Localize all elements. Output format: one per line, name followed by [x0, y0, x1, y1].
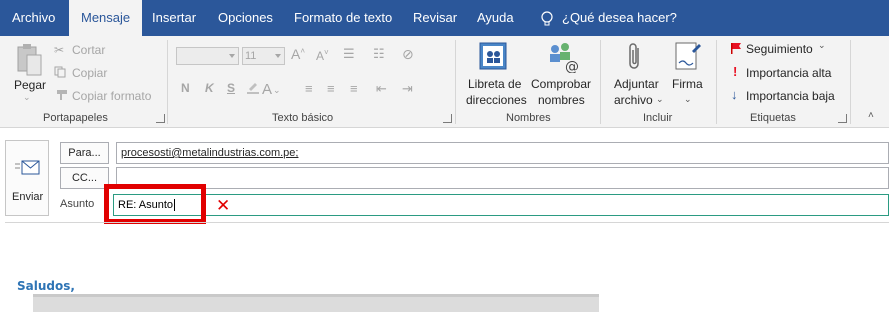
check-names-icon: @ — [546, 41, 580, 76]
tab-opciones[interactable]: Opciones — [218, 0, 273, 36]
group-label-portapapeles: Portapapeles — [43, 112, 108, 124]
bullets-icon[interactable]: ☰ — [343, 46, 355, 62]
signature-button[interactable]: Firma — [672, 77, 703, 91]
tags-launcher-icon[interactable] — [838, 114, 847, 123]
increase-indent-icon[interactable]: ⇥ — [402, 81, 413, 97]
flag-icon — [730, 42, 742, 57]
exclamation-icon: ! — [733, 64, 738, 79]
ribbon: Pegar ⌄ ✂ Cortar Copiar Copiar formato P… — [0, 36, 889, 128]
send-button[interactable]: Enviar — [5, 140, 49, 216]
tab-mensaje[interactable]: Mensaje — [69, 0, 143, 37]
format-painter-icon — [54, 89, 68, 104]
cut-icon: ✂ — [54, 43, 65, 57]
divider — [455, 40, 456, 124]
address-book-icon — [478, 41, 510, 74]
underline-button[interactable]: S — [227, 81, 235, 95]
comprobar-label-1[interactable]: Comprobar — [531, 77, 591, 91]
tab-ayuda[interactable]: Ayuda — [477, 0, 514, 36]
lightbulb-icon — [541, 10, 553, 26]
cc-button[interactable]: CC... — [60, 167, 109, 189]
bold-button[interactable]: N — [181, 81, 190, 95]
numbering-icon[interactable]: ☷ — [373, 46, 385, 62]
adjuntar-dropdown[interactable]: ⌄ — [656, 94, 664, 105]
tab-archivo[interactable]: Archivo — [12, 0, 55, 36]
to-recipient[interactable]: procesosti@metalindustrias.com.pe; — [121, 147, 298, 159]
cut-button[interactable]: Cortar — [72, 43, 105, 57]
greeting-text[interactable]: Saludos, — [17, 279, 75, 293]
signature-image — [33, 294, 599, 312]
group-label-nombres: Nombres — [506, 112, 551, 124]
italic-button[interactable]: K — [205, 81, 214, 95]
copy-button[interactable]: Copiar — [72, 66, 107, 80]
font-color-icon[interactable]: A — [262, 81, 272, 98]
copy-icon — [54, 66, 66, 81]
send-label: Enviar — [12, 191, 44, 203]
highlight-color-icon[interactable] — [246, 80, 260, 97]
align-left-icon[interactable]: ≡ — [305, 81, 313, 96]
signature-dropdown[interactable]: ⌄ — [684, 94, 692, 105]
signature-icon — [674, 41, 702, 76]
send-icon — [15, 159, 41, 180]
comprobar-label-2[interactable]: nombres — [538, 93, 585, 107]
clear-formatting-icon[interactable]: ⊘ — [402, 46, 414, 63]
divider — [600, 40, 601, 124]
divider — [167, 40, 168, 124]
decrease-indent-icon[interactable]: ⇤ — [376, 81, 387, 97]
group-label-texto-basico: Texto básico — [272, 112, 334, 124]
font-launcher-icon[interactable] — [443, 114, 452, 123]
svg-text:@: @ — [565, 59, 579, 73]
divider — [5, 222, 889, 223]
collapse-ribbon-icon[interactable]: ˄ — [868, 110, 874, 121]
tell-me-box[interactable]: ¿Qué desea hacer? — [540, 0, 677, 36]
adjuntar-label-1[interactable]: Adjuntar — [614, 77, 659, 91]
align-center-icon[interactable]: ≡ — [327, 81, 335, 96]
paste-dropdown-arrow[interactable]: ⌄ — [23, 92, 31, 103]
adjuntar-label-2[interactable]: archivo — [614, 93, 653, 107]
to-field[interactable]: procesosti@metalindustrias.com.pe; — [116, 142, 889, 164]
to-button[interactable]: Para... — [60, 142, 109, 164]
font-size-value: 11 — [245, 50, 257, 62]
libreta-label-1[interactable]: Libreta de — [468, 77, 521, 91]
font-color-dropdown[interactable]: ⌄ — [273, 85, 281, 96]
group-label-etiquetas: Etiquetas — [750, 112, 796, 124]
align-right-icon[interactable]: ≡ — [350, 81, 358, 96]
subject-label: Asunto — [60, 198, 95, 210]
tell-me-text: ¿Qué desea hacer? — [562, 10, 677, 25]
importancia-baja-button[interactable]: Importancia baja — [746, 89, 835, 103]
red-x-mark: ✕ — [216, 196, 231, 215]
seguimiento-dropdown[interactable]: ⌄ — [818, 40, 826, 51]
paste-button[interactable]: Pegar — [14, 78, 46, 92]
font-size-combo[interactable]: 11 — [242, 47, 285, 65]
ribbon-tab-bar: Archivo Mensaje Insertar Opciones Format… — [0, 0, 889, 37]
divider — [850, 40, 851, 124]
shrink-font-icon[interactable]: A˅ — [316, 48, 329, 63]
paperclip-icon — [627, 42, 643, 75]
down-arrow-icon: ↓ — [731, 87, 738, 102]
seguimiento-button[interactable]: Seguimiento — [746, 42, 813, 56]
subject-highlight-box — [104, 184, 206, 224]
divider — [716, 40, 717, 124]
cc-field[interactable] — [116, 167, 889, 189]
paste-icon — [16, 43, 44, 80]
clipboard-launcher-icon[interactable] — [156, 114, 165, 123]
tab-revisar[interactable]: Revisar — [413, 0, 457, 36]
importancia-alta-button[interactable]: Importancia alta — [746, 66, 831, 80]
format-painter-button[interactable]: Copiar formato — [72, 89, 151, 103]
group-label-incluir: Incluir — [643, 112, 673, 124]
font-name-combo[interactable] — [176, 47, 239, 65]
tab-formato-de-texto[interactable]: Formato de texto — [294, 0, 392, 36]
grow-font-icon[interactable]: A˄ — [291, 46, 305, 62]
tab-insertar[interactable]: Insertar — [152, 0, 196, 36]
libreta-label-2[interactable]: direcciones — [466, 93, 527, 107]
